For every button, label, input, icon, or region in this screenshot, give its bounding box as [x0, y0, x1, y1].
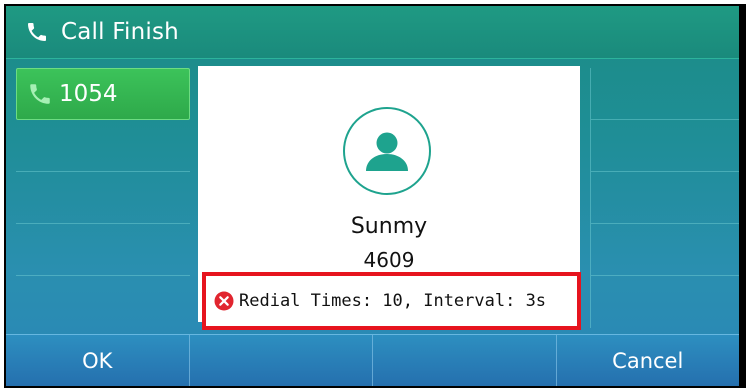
line-keys-right	[590, 68, 739, 328]
line-key-empty[interactable]	[16, 224, 190, 276]
line-key-empty[interactable]	[16, 276, 190, 328]
phone-icon	[27, 81, 53, 107]
line-key-label: 1054	[59, 81, 118, 107]
line-key-1054[interactable]: 1054	[16, 68, 190, 120]
softkey-empty[interactable]	[373, 335, 557, 386]
ok-button[interactable]: OK	[6, 335, 190, 386]
line-key-empty[interactable]	[590, 224, 739, 276]
phone-screen: Call Finish 1054 Sunmy 4609 Redial Times…	[6, 6, 739, 386]
error-icon	[214, 291, 234, 311]
contact-number: 4609	[363, 248, 415, 272]
contact-name: Sunmy	[350, 214, 428, 239]
softkey-bar: OK Cancel	[6, 334, 739, 386]
phone-icon	[25, 20, 49, 44]
title-bar: Call Finish	[6, 6, 739, 59]
line-key-empty[interactable]	[16, 172, 190, 224]
line-key-empty[interactable]	[590, 276, 739, 328]
line-keys-left: 1054	[16, 68, 190, 328]
line-key-empty[interactable]	[590, 68, 739, 120]
page-title: Call Finish	[61, 19, 179, 45]
cancel-button[interactable]: Cancel	[557, 335, 740, 386]
line-key-empty[interactable]	[16, 120, 190, 172]
user-icon	[343, 107, 431, 195]
redial-status: Redial Times: 10, Interval: 3s	[202, 272, 581, 330]
line-key-empty[interactable]	[590, 120, 739, 172]
redial-text: Redial Times: 10, Interval: 3s	[239, 291, 547, 311]
softkey-empty[interactable]	[190, 335, 373, 386]
line-key-empty[interactable]	[590, 172, 739, 224]
